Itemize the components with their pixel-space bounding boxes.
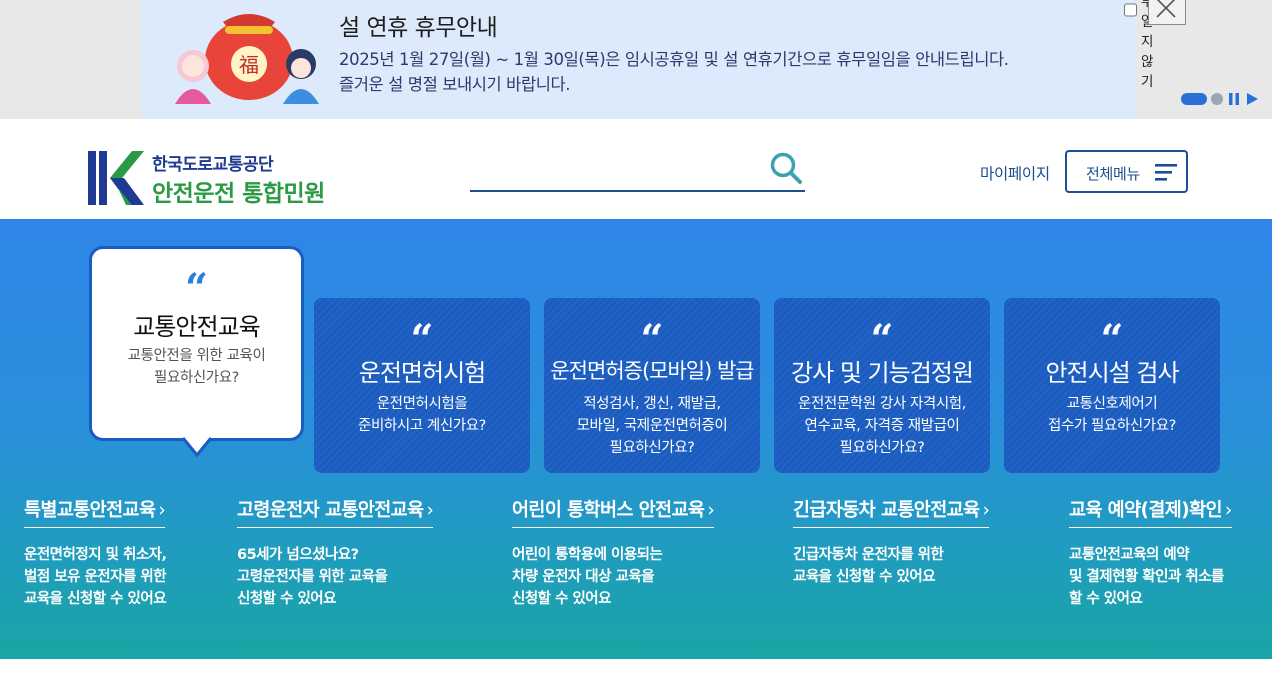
- education-link-reservation-check[interactable]: 교육 예약(결제)확인 › 교통안전교육의 예약 및 결제현황 확인과 취소를 할…: [1069, 496, 1232, 610]
- education-link-emergency-vehicle[interactable]: 긴급자동차 교통안전교육 › 긴급자동차 운전자를 위한 교육을 신청할 수 있어…: [793, 496, 990, 588]
- slide-indicator[interactable]: [1211, 93, 1223, 105]
- education-link-desc: 운전면허정지 및 취소자, 벌점 보유 운전자를 위한 교육을 신청할 수 있어…: [24, 547, 167, 607]
- speech-bubble-tail: [181, 437, 213, 458]
- search-icon[interactable]: [769, 151, 803, 185]
- education-link-title[interactable]: 어린이 통학버스 안전교육 ›: [512, 496, 715, 528]
- notice-title: 설 연휴 휴무안내: [339, 15, 498, 41]
- chevron-right-icon: ›: [707, 500, 715, 521]
- slide-indicator-active[interactable]: [1181, 93, 1207, 105]
- service-card-desc: 운전전문학원 강사 자격시험, 연수교육, 자격증 재발급이 필요하신가요?: [798, 396, 966, 456]
- education-link-title[interactable]: 긴급자동차 교통안전교육 ›: [793, 496, 990, 528]
- education-link-desc: 긴급자동차 운전자를 위한 교육을 신청할 수 있어요: [793, 547, 944, 585]
- svg-text:福: 福: [239, 53, 259, 77]
- notice-text-line1: 2025년 1월 27일(월) ~ 1월 30일(목)은 임시공휴일 및 설 연…: [339, 50, 1009, 69]
- service-card-driver-license-test[interactable]: “ 운전면허시험 운전면허시험을 준비하시고 계신가요?: [314, 298, 530, 473]
- service-card-safety-facility-inspection[interactable]: “ 안전시설 검사 교통신호제어기 접수가 필요하신가요?: [1004, 298, 1220, 473]
- logo-service-name: 안전운전 통합민원: [152, 181, 325, 207]
- service-card-desc: 적성검사, 갱신, 재발급, 모바일, 국제운전면허증이 필요하신가요?: [576, 396, 728, 456]
- dismiss-today-checkbox[interactable]: [1124, 3, 1137, 17]
- education-link-desc: 교통안전교육의 예약 및 결제현황 확인과 취소를 할 수 있어요: [1069, 547, 1224, 607]
- service-card-title: 교통안전교육: [133, 313, 260, 341]
- education-link-desc: 65세가 넘으셨나요? 고령운전자를 위한 교육을 신청할 수 있어요: [237, 547, 388, 607]
- education-link-special[interactable]: 특별교통안전교육 › 운전면허정지 및 취소자, 벌점 보유 운전자를 위한 교육…: [24, 496, 167, 610]
- pause-icon[interactable]: [1227, 92, 1241, 106]
- notice-banner-area: 福 설 연휴 휴무안내 2025년 1월 27일(월) ~ 1월 30일(목)은…: [0, 0, 1272, 119]
- service-card-title: 운전면허시험: [358, 359, 486, 387]
- service-card-title: 강사 및 기능검정원: [791, 359, 974, 387]
- service-card-title: 운전면허증(모바일) 발급: [550, 359, 754, 383]
- education-link-title[interactable]: 특별교통안전교육 ›: [24, 496, 166, 528]
- new-year-illustration: 福: [175, 14, 319, 104]
- education-link-desc: 어린이 통학용에 이용되는 차량 운전자 대상 교육을 신청할 수 있어요: [512, 547, 663, 607]
- service-card-instructor-examiner[interactable]: “ 강사 및 기능검정원 운전전문학원 강사 자격시험, 연수교육, 자격증 재…: [774, 298, 990, 473]
- quote-icon: “: [410, 316, 434, 363]
- service-card-desc: 교통신호제어기 접수가 필요하신가요?: [1048, 396, 1176, 434]
- service-card-desc: 운전면허시험을 준비하시고 계신가요?: [358, 396, 486, 434]
- mypage-link[interactable]: 마이페이지: [980, 162, 1050, 184]
- search-box: [470, 147, 805, 192]
- service-card-title: 안전시설 검사: [1045, 359, 1179, 387]
- notice-text-line2: 즐거운 설 명절 보내시기 바랍니다.: [339, 75, 571, 94]
- site-logo[interactable]: 한국도로교통공단 안전운전 통합민원: [88, 150, 325, 207]
- quote-icon: “: [1100, 316, 1124, 363]
- play-icon[interactable]: [1245, 92, 1259, 106]
- education-link-title[interactable]: 고령운전자 교통안전교육 ›: [237, 496, 434, 528]
- search-input[interactable]: [470, 147, 764, 189]
- service-card-traffic-safety-education[interactable]: “ 교통안전교육 교통안전을 위한 교육이 필요하신가요?: [89, 246, 304, 458]
- close-icon: [1156, 0, 1176, 18]
- all-menu-button[interactable]: 전체메뉴: [1065, 150, 1188, 193]
- chevron-right-icon: ›: [426, 500, 434, 521]
- koroad-logo-icon: [88, 151, 144, 205]
- education-link-elderly-driver[interactable]: 고령운전자 교통안전교육 › 65세가 넘으셨나요? 고령운전자를 위한 교육을 …: [237, 496, 434, 610]
- quote-icon: “: [640, 316, 664, 363]
- notice-banner: 福 설 연휴 휴무안내 2025년 1월 27일(월) ~ 1월 30일(목)은…: [141, 0, 1258, 119]
- notice-slider-controls: [1181, 92, 1259, 106]
- chevron-right-icon: ›: [982, 500, 990, 521]
- site-header: 한국도로교통공단 안전운전 통합민원 마이페이지 전체메뉴: [0, 119, 1272, 219]
- logo-organization-name: 한국도로교통공단: [152, 155, 274, 175]
- hamburger-menu-icon: [1155, 164, 1177, 181]
- education-link-school-bus[interactable]: 어린이 통학버스 안전교육 › 어린이 통학용에 이용되는 차량 운전자 대상 교…: [512, 496, 715, 610]
- chevron-right-icon: ›: [158, 500, 166, 521]
- quote-icon: “: [870, 316, 894, 363]
- notice-close-button[interactable]: [1148, 0, 1186, 25]
- service-card-desc: 교통안전을 위한 교육이 필요하신가요?: [127, 348, 266, 386]
- chevron-right-icon: ›: [1224, 500, 1232, 521]
- quote-icon: “: [184, 265, 208, 312]
- education-link-title[interactable]: 교육 예약(결제)확인 ›: [1069, 496, 1232, 528]
- service-hero: “ 교통안전교육 교통안전을 위한 교육이 필요하신가요? “ 운전면허시험 운…: [0, 219, 1272, 659]
- all-menu-label: 전체메뉴: [1086, 165, 1141, 183]
- service-card-license-issuance[interactable]: “ 운전면허증(모바일) 발급 적성검사, 갱신, 재발급, 모바일, 국제운전…: [544, 298, 760, 473]
